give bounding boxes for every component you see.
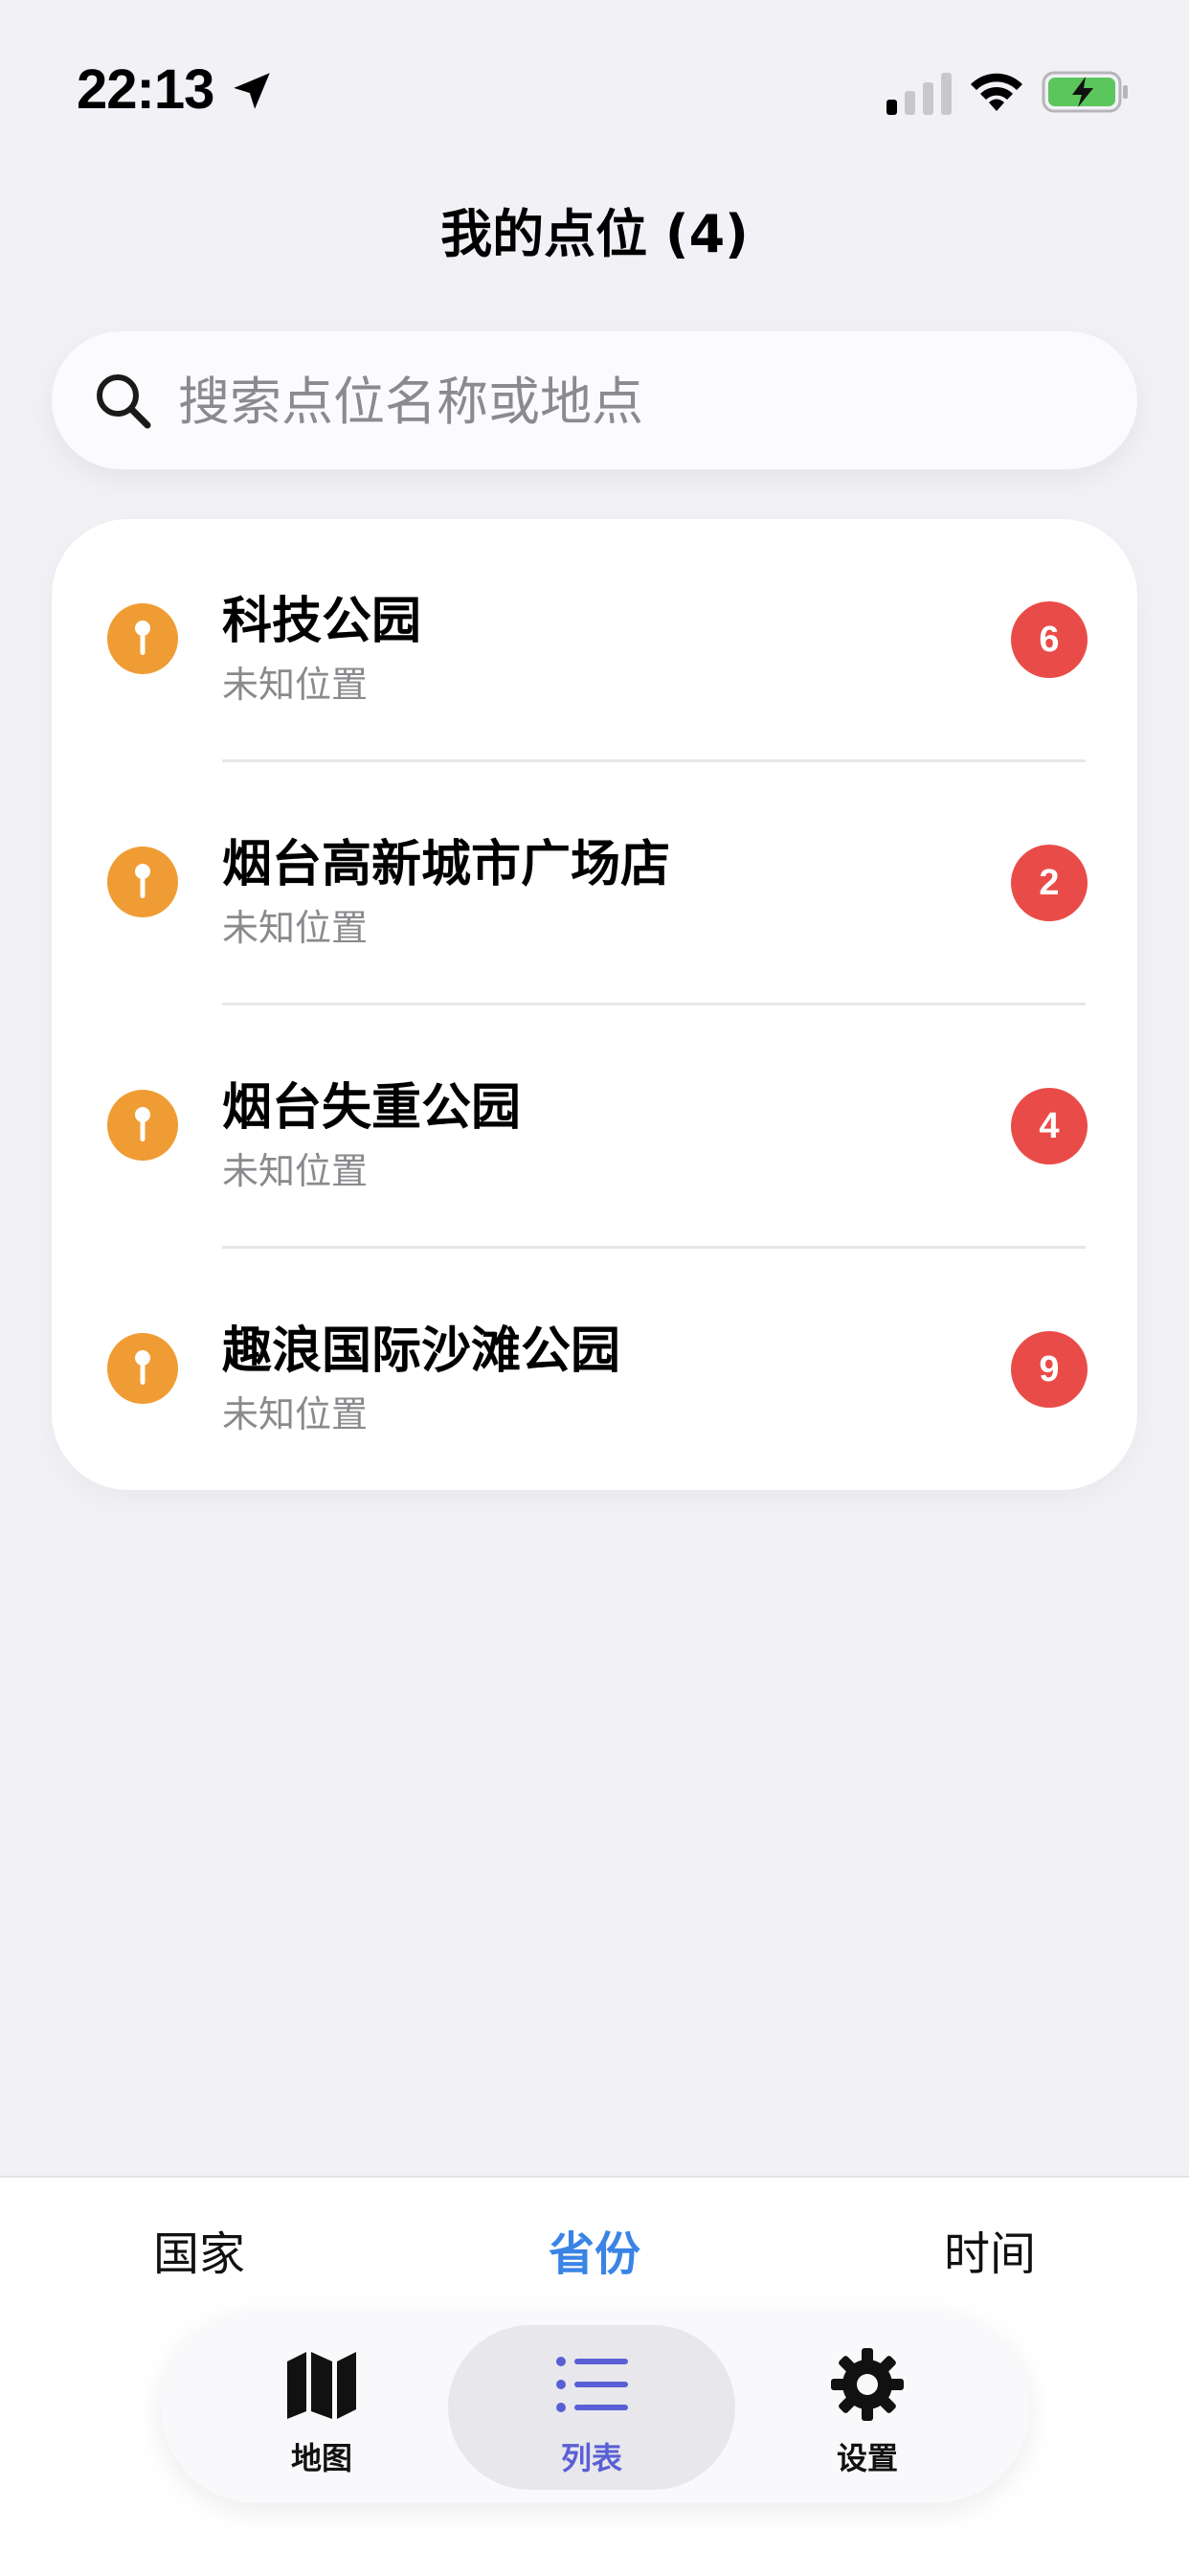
count-badge: 4 [1011, 1088, 1088, 1164]
tab-settings-label: 设置 [836, 2440, 898, 2476]
cellular-signal-icon [886, 73, 952, 115]
map-icon [287, 2352, 356, 2419]
gear-icon [831, 2348, 904, 2421]
search-icon [97, 374, 151, 429]
search-input[interactable] [176, 358, 1099, 444]
pin-icon [107, 603, 178, 674]
item-location: 未知位置 [222, 1150, 369, 1192]
list-item[interactable]: 科技公园 未知位置 6 [52, 519, 1137, 762]
tab-map-label: 地图 [290, 2440, 352, 2476]
pin-icon [107, 1090, 178, 1161]
page-title: 我的点位 (4) [440, 204, 749, 264]
tab-list-label: 列表 [560, 2440, 622, 2476]
item-name: 烟台失重公园 [222, 1079, 522, 1137]
item-name: 科技公园 [222, 593, 422, 650]
list-item[interactable]: 趣浪国际沙滩公园 未知位置 9 [52, 1249, 1137, 1492]
tab-settings[interactable]: 设置 [724, 2325, 1011, 2490]
list-item[interactable]: 烟台失重公园 未知位置 4 [52, 1006, 1137, 1249]
item-location: 未知位置 [222, 907, 369, 949]
segment-tab-time[interactable]: 时间 [944, 2216, 1036, 2283]
count-badge: 6 [1011, 601, 1088, 678]
segment-tab-country[interactable]: 国家 [153, 2216, 245, 2283]
item-name: 趣浪国际沙滩公园 [222, 1322, 621, 1380]
item-location: 未知位置 [222, 1393, 369, 1435]
pin-icon [107, 1333, 178, 1404]
search-bar[interactable] [52, 331, 1137, 469]
count-badge: 9 [1011, 1331, 1088, 1408]
item-location: 未知位置 [222, 664, 369, 706]
segment-tab-province[interactable]: 省份 [549, 2216, 640, 2283]
status-time: 22:13 [77, 58, 214, 121]
count-badge: 2 [1011, 845, 1088, 921]
pin-icon [107, 847, 178, 917]
status-bar: 22:13 [0, 0, 1189, 182]
list-icon [556, 2357, 628, 2412]
tab-map[interactable]: 地图 [178, 2325, 465, 2490]
list-item[interactable]: 烟台高新城市广场店 未知位置 2 [52, 762, 1137, 1006]
bottom-area: 国家 省份 时间 地图 列表 设置 [0, 2176, 1189, 2576]
location-arrow-icon [234, 73, 270, 109]
tab-bar: 地图 列表 设置 [161, 2312, 1030, 2503]
tab-list[interactable]: 列表 [448, 2325, 735, 2490]
points-list: 科技公园 未知位置 6 烟台高新城市广场店 未知位置 2 烟台失重公园 未知位置… [52, 519, 1137, 1490]
item-name: 烟台高新城市广场店 [222, 836, 671, 893]
wifi-icon [971, 73, 1022, 111]
battery-charging-icon [1042, 71, 1128, 113]
